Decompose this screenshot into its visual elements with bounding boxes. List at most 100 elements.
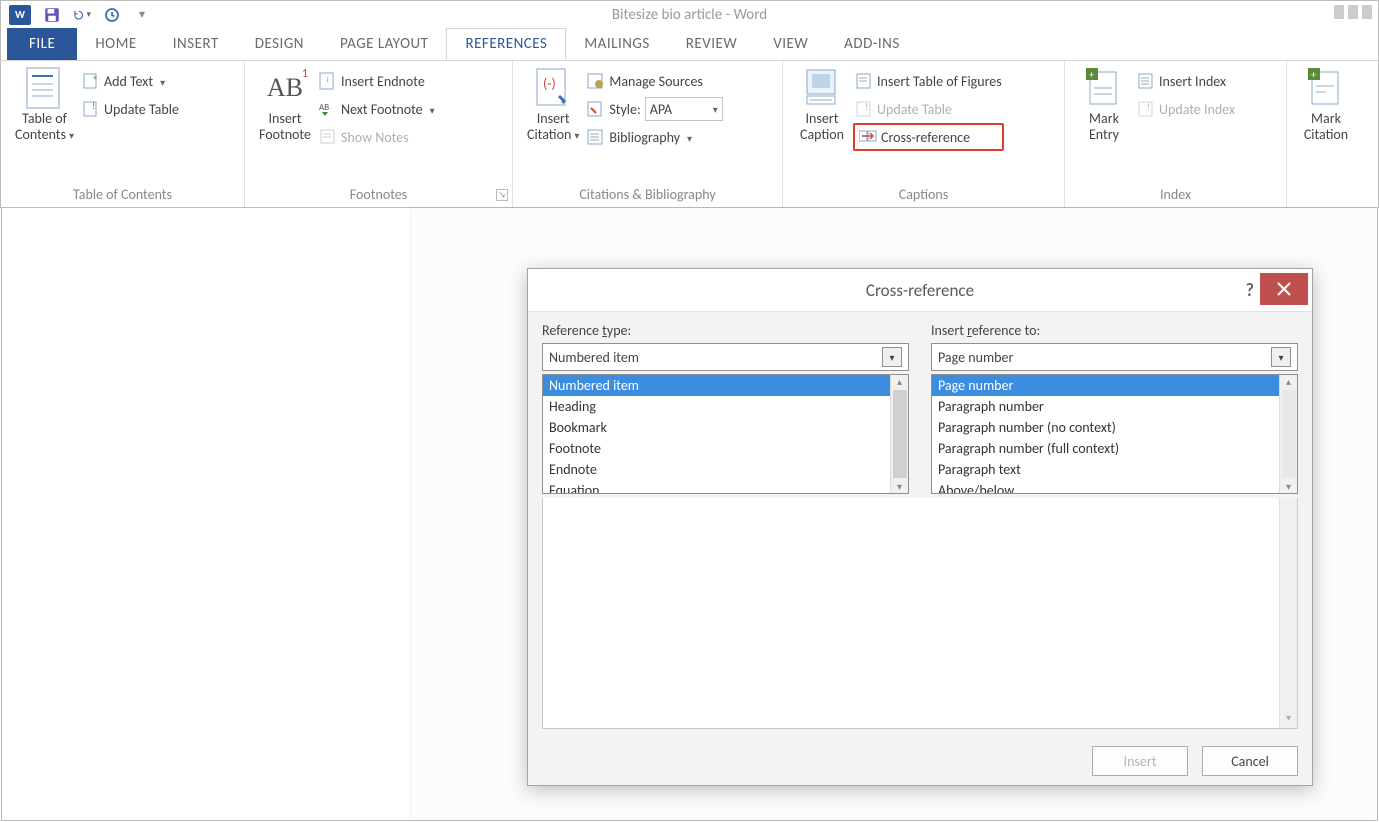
update-table-button[interactable]: ! Update Table — [80, 95, 181, 123]
scroll-down-icon[interactable]: ▾ — [1286, 711, 1291, 724]
tab-page-layout[interactable]: PAGE LAYOUT — [322, 29, 446, 60]
next-footnote-icon: AB — [319, 100, 337, 118]
scroll-down-icon[interactable]: ▾ — [897, 480, 902, 493]
insert-caption-label: Insert Caption — [800, 111, 844, 143]
undo-icon[interactable]: ▾ — [73, 6, 91, 24]
insert-endnote-button[interactable]: i Insert Endnote — [317, 67, 437, 95]
redo-icon[interactable] — [103, 6, 121, 24]
insert-footnote-button[interactable]: AB 1 Insert Footnote — [253, 65, 317, 151]
list-item[interactable]: Heading — [543, 396, 908, 417]
tab-review[interactable]: REVIEW — [668, 29, 755, 60]
word-app-icon: W — [9, 5, 31, 25]
show-notes-icon — [319, 128, 337, 146]
list-item[interactable]: Paragraph number (full context) — [932, 438, 1297, 459]
style-dropdown[interactable]: APA — [645, 97, 723, 121]
insert-index-icon — [1137, 72, 1155, 90]
insert-citation-label: Insert Citation — [527, 111, 579, 143]
list-item[interactable]: Endnote — [543, 459, 908, 480]
save-icon[interactable] — [43, 6, 61, 24]
cross-reference-dialog: Cross-reference ? Reference type: Number… — [527, 268, 1313, 786]
cross-reference-button[interactable]: Cross-reference — [853, 123, 1004, 151]
tab-references[interactable]: REFERENCES — [446, 28, 566, 60]
scrollbar[interactable]: ▴▾ — [890, 375, 908, 493]
svg-text:!: ! — [92, 101, 95, 112]
insert-citation-icon: (-) — [532, 67, 574, 109]
dialog-close-button[interactable] — [1260, 273, 1308, 305]
list-item[interactable]: Paragraph text — [932, 459, 1297, 480]
group-footnotes: AB 1 Insert Footnote i Insert Endnote AB… — [245, 61, 513, 207]
chevron-down-icon[interactable]: ▾ — [1271, 347, 1291, 367]
tab-addins[interactable]: ADD-INS — [826, 29, 918, 60]
reference-type-label: Reference type: — [542, 322, 909, 339]
for-which-listbox[interactable]: ▾ — [542, 498, 1298, 729]
list-item[interactable]: Page number — [932, 375, 1297, 396]
list-item[interactable]: Bookmark — [543, 417, 908, 438]
insert-caption-icon — [801, 67, 843, 109]
group-label: Index — [1065, 186, 1286, 203]
insert-reference-to-combo[interactable]: Page number ▾ — [931, 343, 1298, 371]
insert-reference-to-section: Insert reference to: Page number ▾ Page … — [931, 322, 1298, 494]
list-item[interactable]: Paragraph number (no context) — [932, 417, 1297, 438]
insert-reference-to-label: Insert reference to: — [931, 322, 1298, 339]
tab-view[interactable]: VIEW — [755, 29, 826, 60]
add-text-button[interactable]: + Add Text — [80, 67, 181, 95]
list-item[interactable]: Footnote — [543, 438, 908, 459]
ribbon: Table of Contents + Add Text ! Update Ta… — [0, 61, 1379, 208]
scroll-down-icon[interactable]: ▾ — [1286, 480, 1291, 493]
ribbon-display-options-icon[interactable] — [1334, 5, 1372, 19]
update-table-icon: ! — [855, 100, 873, 118]
tab-file[interactable]: FILE — [7, 28, 77, 60]
svg-text:!: ! — [865, 101, 868, 113]
insert-reference-to-listbox[interactable]: Page number Paragraph number Paragraph n… — [931, 374, 1298, 494]
qat-customize-icon[interactable]: ▾ — [133, 6, 151, 24]
window-title: Bitesize bio article - Word — [1, 6, 1378, 24]
insert-endnote-icon: i — [319, 72, 337, 90]
scroll-up-icon[interactable]: ▴ — [897, 375, 902, 388]
svg-text:!: ! — [1147, 101, 1150, 113]
tab-design[interactable]: DESIGN — [237, 29, 322, 60]
group-label: Table of Contents — [1, 186, 244, 203]
dialog-title: Cross-reference — [866, 280, 974, 301]
cancel-button[interactable]: Cancel — [1202, 746, 1298, 776]
mark-citation-button[interactable]: + Mark Citation — [1295, 65, 1357, 143]
chevron-down-icon[interactable]: ▾ — [882, 347, 902, 367]
dialog-help-icon[interactable]: ? — [1246, 279, 1254, 301]
bibliography-button[interactable]: Bibliography — [585, 123, 724, 151]
scrollbar[interactable]: ▾ — [1279, 498, 1297, 728]
group-captions: Insert Caption Insert Table of Figures !… — [783, 61, 1065, 207]
list-item[interactable]: Equation — [543, 480, 908, 494]
mark-citation-icon: + — [1305, 67, 1347, 109]
insert-citation-button[interactable]: (-) Insert Citation — [521, 65, 585, 151]
reference-type-section: Reference type: Numbered item ▾ Numbered… — [542, 322, 909, 494]
update-table-icon: ! — [82, 100, 100, 118]
reference-type-combo[interactable]: Numbered item ▾ — [542, 343, 909, 371]
list-item[interactable]: Above/below — [932, 480, 1297, 494]
scrollbar[interactable]: ▴▾ — [1279, 375, 1297, 493]
insert-footnote-label: Insert Footnote — [259, 111, 311, 143]
ribbon-tabs: FILE HOME INSERT DESIGN PAGE LAYOUT REFE… — [0, 28, 1379, 61]
group-label: Citations & Bibliography — [513, 186, 782, 203]
manage-sources-button[interactable]: Manage Sources — [585, 67, 724, 95]
insert-table-of-figures-button[interactable]: Insert Table of Figures — [853, 67, 1004, 95]
list-item[interactable]: Numbered item — [543, 375, 908, 396]
insert-caption-button[interactable]: Insert Caption — [791, 65, 853, 151]
scroll-up-icon[interactable]: ▴ — [1286, 375, 1291, 388]
next-footnote-button[interactable]: AB Next Footnote — [317, 95, 437, 123]
svg-text:+: + — [1311, 68, 1316, 81]
tab-insert[interactable]: INSERT — [155, 29, 237, 60]
tab-mailings[interactable]: MAILINGS — [566, 29, 667, 60]
citation-style-selector[interactable]: Style: APA — [585, 95, 724, 123]
scroll-thumb[interactable] — [1282, 390, 1296, 478]
mark-entry-button[interactable]: + Mark Entry — [1073, 65, 1135, 143]
table-of-contents-button[interactable]: Table of Contents — [9, 65, 80, 143]
scroll-thumb[interactable] — [893, 390, 907, 478]
svg-text:AB: AB — [319, 102, 329, 113]
update-index-icon: ! — [1137, 100, 1155, 118]
list-item[interactable]: Paragraph number — [932, 396, 1297, 417]
reference-type-listbox[interactable]: Numbered item Heading Bookmark Footnote … — [542, 374, 909, 494]
insert-index-button[interactable]: Insert Index — [1135, 67, 1237, 95]
table-of-contents-label: Table of Contents — [15, 111, 74, 143]
group-citations: (-) Insert Citation Manage Sources Style… — [513, 61, 783, 207]
tab-home[interactable]: HOME — [77, 29, 154, 60]
dialog-titlebar[interactable]: Cross-reference ? — [528, 269, 1312, 311]
